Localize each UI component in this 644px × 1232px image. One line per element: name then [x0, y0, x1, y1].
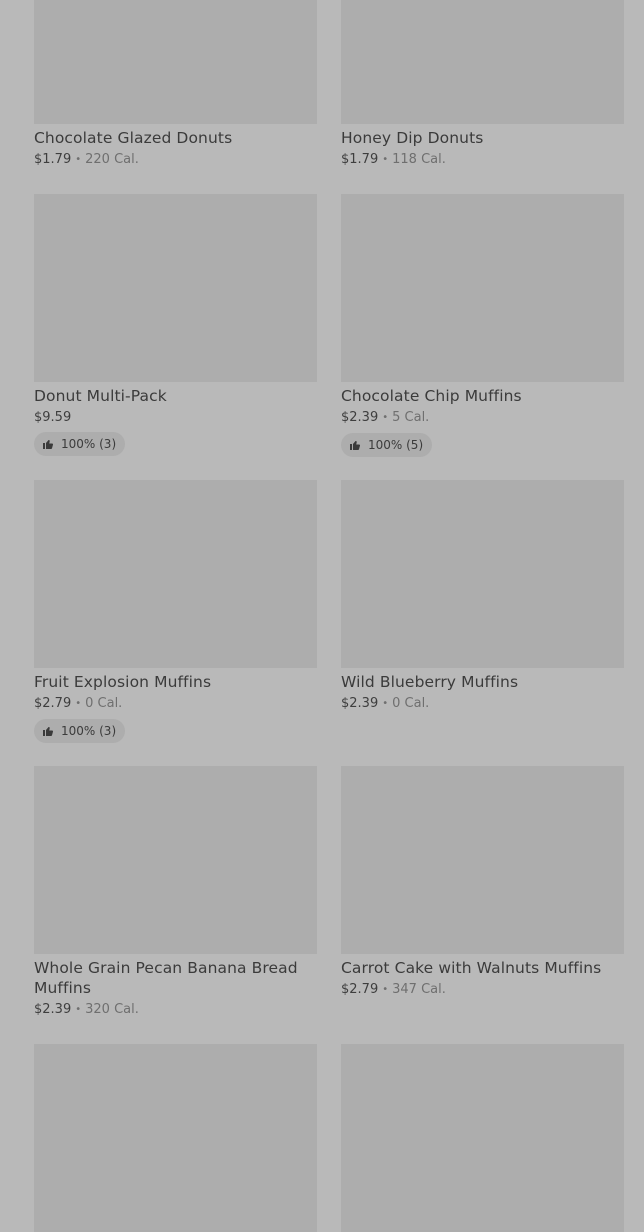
menu-item-card[interactable]: Honey Dip Donuts $1.79 • 118 Cal.	[341, 0, 624, 169]
item-meta: $1.79 • 220 Cal.	[34, 151, 317, 169]
item-calories: 0 Cal.	[392, 696, 430, 711]
item-meta: $2.79 • 0 Cal.	[34, 695, 317, 713]
item-price: $2.39	[341, 696, 379, 711]
menu-item-card[interactable]: Whole Grain Pecan Banana Bread Muffins $…	[34, 766, 317, 1019]
item-calories: 347 Cal.	[392, 982, 446, 997]
item-meta: $2.39 • 5 Cal.	[341, 409, 624, 427]
menu-item-card[interactable]	[34, 1044, 317, 1232]
thumbs-up-icon	[43, 727, 54, 736]
menu-item-card[interactable]	[341, 1044, 624, 1232]
item-name[interactable]: Chocolate Chip Muffins	[341, 386, 624, 406]
menu-item-card[interactable]: Carrot Cake with Walnuts Muffins $2.79 • 3…	[341, 766, 624, 999]
rating-badge: 100% (3)	[34, 432, 126, 456]
meta-separator: •	[75, 1004, 82, 1015]
item-price: $2.39	[34, 1002, 72, 1017]
item-calories: 5 Cal.	[392, 410, 430, 425]
item-price: $9.59	[34, 410, 72, 425]
item-image[interactable]	[341, 766, 624, 954]
item-image[interactable]	[34, 480, 317, 668]
item-calories: 320 Cal.	[85, 1002, 139, 1017]
item-price: $2.79	[341, 982, 379, 997]
item-name[interactable]: Fruit Explosion Muffins	[34, 672, 317, 692]
item-calories: 118 Cal.	[392, 152, 446, 167]
meta-separator: •	[75, 154, 82, 165]
meta-separator: •	[382, 412, 389, 423]
item-calories: 0 Cal.	[85, 696, 123, 711]
item-price: $1.79	[34, 152, 72, 167]
menu-item-card[interactable]: Fruit Explosion Muffins $2.79 • 0 Cal. 100…	[34, 480, 317, 743]
item-calories: 220 Cal.	[85, 152, 139, 167]
item-name[interactable]: Carrot Cake with Walnuts Muffins	[341, 958, 624, 978]
item-meta: $9.59	[34, 409, 317, 426]
item-image[interactable]	[341, 1044, 624, 1232]
item-image[interactable]	[34, 1044, 317, 1232]
rating-text: 100% (3)	[61, 724, 117, 738]
menu-item-card[interactable]: Wild Blueberry Muffins $2.39 • 0 Cal.	[341, 480, 624, 713]
item-image[interactable]	[341, 194, 624, 382]
item-image[interactable]	[34, 194, 317, 382]
item-price: $2.79	[34, 696, 72, 711]
item-name[interactable]: Honey Dip Donuts	[341, 128, 624, 148]
item-image[interactable]	[341, 480, 624, 668]
item-name[interactable]: Wild Blueberry Muffins	[341, 672, 624, 692]
item-image[interactable]	[34, 0, 317, 124]
item-image[interactable]	[341, 0, 624, 124]
item-image[interactable]	[34, 766, 317, 954]
menu-item-card[interactable]: Donut Multi-Pack $9.59 100% (3)	[34, 194, 317, 456]
rating-text: 100% (3)	[61, 437, 117, 451]
item-meta: $1.79 • 118 Cal.	[341, 151, 624, 169]
item-price: $2.39	[341, 410, 379, 425]
rating-text: 100% (5)	[368, 438, 424, 452]
item-meta: $2.79 • 347 Cal.	[341, 981, 624, 999]
item-name[interactable]: Chocolate Glazed Donuts	[34, 128, 317, 148]
menu-item-card[interactable]: Chocolate Chip Muffins $2.39 • 5 Cal. 100%…	[341, 194, 624, 457]
rating-badge: 100% (5)	[341, 433, 433, 457]
thumbs-up-icon	[43, 440, 54, 449]
meta-separator: •	[382, 154, 389, 165]
rating-badge: 100% (3)	[34, 719, 126, 743]
item-price: $1.79	[341, 152, 379, 167]
meta-separator: •	[382, 698, 389, 709]
item-name[interactable]: Whole Grain Pecan Banana Bread Muffins	[34, 958, 317, 998]
menu-item-card[interactable]: Chocolate Glazed Donuts $1.79 • 220 Cal.	[34, 0, 317, 169]
item-meta: $2.39 • 0 Cal.	[341, 695, 624, 713]
thumbs-up-icon	[350, 441, 361, 450]
meta-separator: •	[75, 698, 82, 709]
item-meta: $2.39 • 320 Cal.	[34, 1001, 317, 1019]
item-name[interactable]: Donut Multi-Pack	[34, 386, 317, 406]
meta-separator: •	[382, 984, 389, 995]
